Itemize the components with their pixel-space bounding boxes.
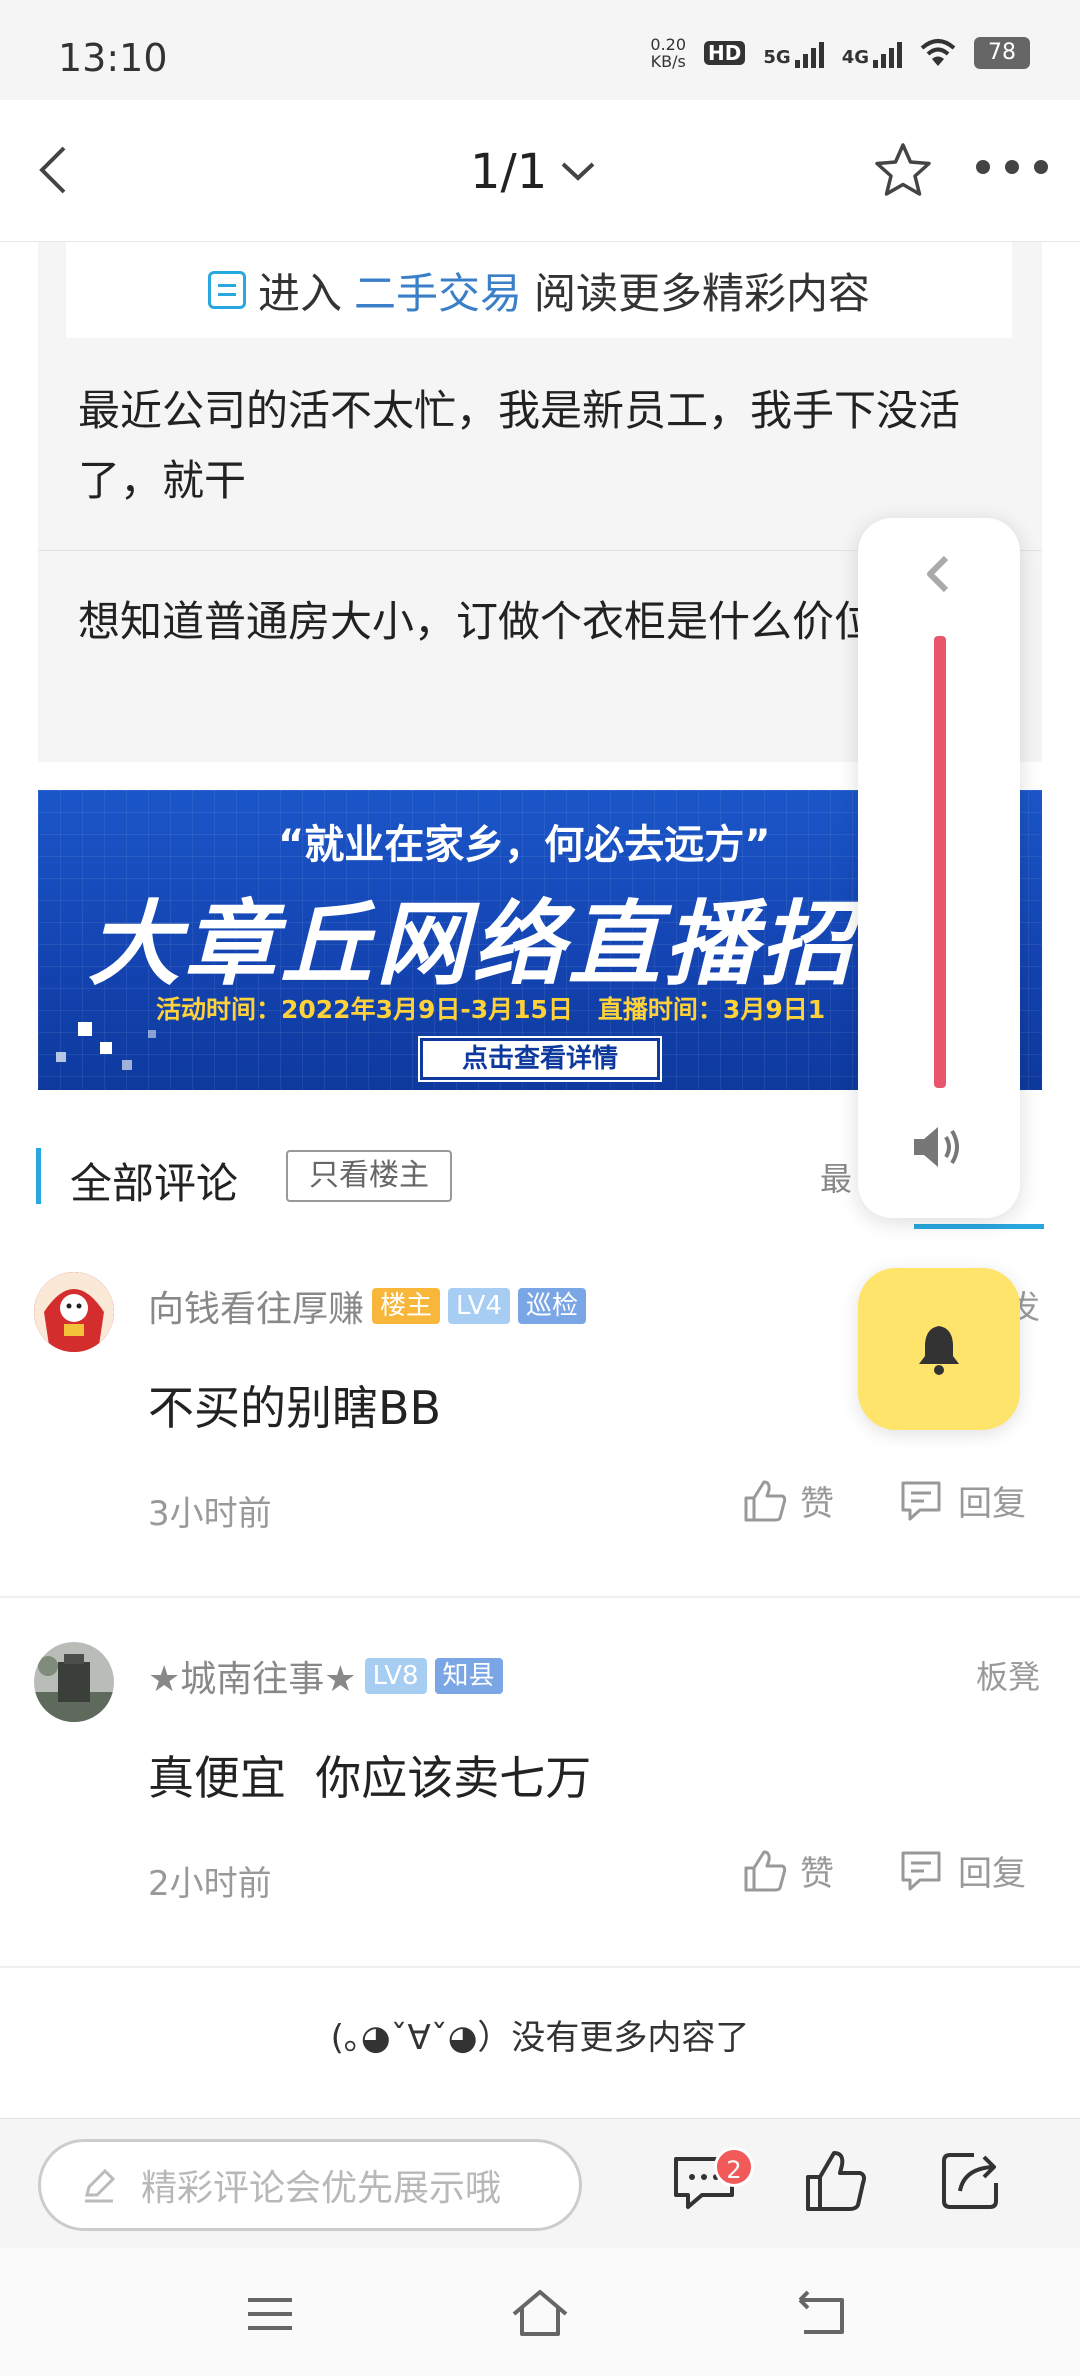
comment-bubble-icon [901,1851,941,1890]
wifi-icon [920,39,956,66]
sort-tab[interactable]: 最 [820,1154,852,1200]
section-accent-bar [36,1148,41,1204]
comment-input[interactable]: 精彩评论会优先展示哦 [38,2139,582,2231]
notification-bell-button[interactable] [858,1268,1020,1430]
battery-icon: 78 [974,37,1030,69]
home-icon[interactable] [508,2282,572,2346]
banner-title: 大章丘网络直播招聘 [88,891,953,998]
bell-icon [919,1326,959,1375]
sort-tab-underline [914,1224,1044,1229]
no-more-content-label: (｡◕ˇ∀ˇ◕）没有更多内容了 [330,2018,750,2058]
comment-bubble-icon [901,1481,941,1520]
enter-board-link[interactable]: 进入 二手交易 阅读更多精彩内容 [66,242,1012,338]
pencil-icon [85,2168,116,2203]
owner-badge: 楼主 [372,1288,441,1324]
comment-text[interactable]: 真便宜 你应该卖七万 [148,1742,591,1808]
banner-info: 活动时间：2022年3月9日-3月15日 直播时间：3月9日1 [156,995,826,1024]
chevron-down-icon [561,162,595,181]
top-nav-bar: 1/1 [0,100,1080,242]
thumbs-up-icon[interactable] [800,2145,872,2217]
divider [0,1966,1080,1968]
role-badge: 巡检 [518,1288,587,1324]
comment-count-badge: 2 [714,2147,754,2187]
reply-button[interactable]: 回复 [898,1846,1026,1895]
share-icon[interactable] [934,2145,1006,2217]
comments-title: 全部评论 [70,1159,239,1208]
status-indicators: 0.20 KB/s HD 5G 4G 78 [650,36,1030,70]
chevron-left-icon[interactable] [918,552,958,596]
like-button[interactable]: 赞 [742,1846,834,1895]
avatar[interactable] [34,1642,114,1722]
signal-5g-icon: 5G [763,38,824,68]
status-time: 13:10 [58,36,168,80]
hd-icon: HD [704,41,746,65]
comment-item: ★城南往事★ LV8 知县 板凳 真便宜 你应该卖七万 2小时前 赞 回复 [0,1642,1080,1962]
post-paragraph[interactable]: 最近公司的活不太忙，我是新员工，我手下没活了，就干 [78,376,1018,516]
floating-side-panel [858,518,1020,1218]
star-icon[interactable] [872,140,934,202]
divider [0,1596,1080,1598]
comment-author[interactable]: ★城南往事★ LV8 知县 [148,1650,503,1702]
signal-4g-icon: 4G [842,38,902,68]
banner-details-button[interactable]: 点击查看详情 [418,1036,662,1082]
system-nav-bar [0,2248,1080,2376]
comment-time: 3小时前 [148,1494,272,1534]
volume-icon[interactable] [910,1122,966,1172]
floor-label: 板凳 [975,1658,1040,1696]
comment-author[interactable]: 向钱看往厚赚 楼主 LV4 巡检 [148,1280,587,1332]
volume-level-bar[interactable] [934,636,946,1088]
list-icon [207,271,246,309]
level-badge: LV8 [364,1658,427,1694]
role-badge: 知县 [434,1658,503,1694]
menu-icon[interactable] [238,2282,302,2346]
thumbs-up-icon [744,1480,787,1521]
more-dots-icon[interactable] [976,160,1048,180]
board-link[interactable]: 二手交易 [354,260,522,321]
comment-text[interactable]: 不买的别瞎BB [148,1372,441,1438]
avatar[interactable] [34,1272,114,1352]
status-bar: 13:10 0.20 KB/s HD 5G 4G 78 [0,0,1080,100]
bottom-comment-bar: 精彩评论会优先展示哦 2 [0,2118,1080,2248]
network-speed: 0.20 KB/s [650,35,687,71]
like-button[interactable]: 赞 [742,1476,834,1525]
banner-quote: “就业在家乡，何必去远方” [278,822,771,868]
page-selector[interactable]: 1/1 [470,144,597,200]
owner-only-filter-button[interactable]: 只看楼主 [286,1150,452,1202]
thumbs-up-icon [744,1850,787,1891]
back-icon[interactable] [790,2282,854,2346]
reply-button[interactable]: 回复 [898,1476,1026,1525]
level-badge: LV4 [448,1288,510,1324]
back-arrow-icon[interactable] [26,140,86,200]
comment-time: 2小时前 [148,1864,272,1904]
